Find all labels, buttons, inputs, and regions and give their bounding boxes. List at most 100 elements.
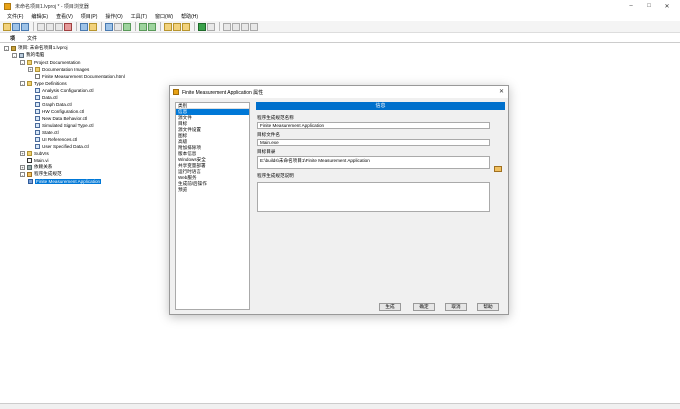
description-field[interactable] — [257, 182, 490, 212]
menu-help[interactable]: 帮助(H) — [177, 13, 202, 20]
tree-item-type-definitions[interactable]: - Type Definitions — [20, 80, 67, 86]
target-dir-label: 目标目录 — [257, 149, 276, 154]
target-file-field[interactable] — [257, 139, 490, 146]
browse-folder-icon[interactable] — [494, 166, 502, 172]
tree-item-label: 项目: 未命名项目1.lvproj — [18, 45, 68, 50]
tree-item-subvis[interactable]: + SubVIs — [20, 150, 49, 156]
deploy-icon[interactable] — [123, 22, 131, 31]
build-button[interactable]: 生成 — [379, 303, 401, 311]
copy-icon[interactable] — [46, 22, 54, 31]
tree-item-label: Project Documentation — [34, 59, 81, 65]
tree-item-project-documentation[interactable]: - Project Documentation — [20, 59, 80, 65]
tab-files[interactable]: 文件 — [21, 35, 43, 42]
spec-name-field[interactable] — [257, 122, 490, 129]
toolbar-separator — [160, 22, 161, 31]
tree-item-ctl[interactable]: HW Configuration.ctl — [35, 108, 84, 114]
toolbar-separator — [76, 22, 77, 31]
folder-icon — [27, 80, 32, 86]
expand-all-icon[interactable] — [139, 22, 147, 31]
collapse-icon[interactable]: - — [20, 80, 25, 86]
close-icon[interactable]: ✕ — [499, 88, 504, 95]
ok-button[interactable]: 确定 — [413, 303, 435, 311]
window-title: 未命名项目1.lvproj * - 项目浏览器 — [15, 3, 89, 10]
find-icon[interactable] — [223, 22, 231, 31]
paste-icon[interactable] — [55, 22, 63, 31]
new-icon[interactable] — [3, 22, 11, 31]
tree-item-finite-measurement-application[interactable]: Finite Measurement Application — [28, 178, 102, 184]
minimize-button[interactable]: – — [622, 0, 640, 12]
tree-item-build-specifications[interactable]: - 程序生成规范 — [20, 171, 62, 177]
help-button[interactable]: 帮助 — [477, 303, 499, 311]
tree-item-dependencies[interactable]: + 依赖关系 — [20, 164, 52, 170]
menu-operate[interactable]: 操作(O) — [101, 13, 126, 20]
toolbar-separator — [219, 22, 220, 31]
tree-item-ctl[interactable]: State.ctl — [35, 129, 59, 135]
dropdown-arrow-icon[interactable] — [114, 22, 122, 31]
target-file-label: 目标文件名 — [257, 132, 280, 137]
window-title-bar: 未命名项目1.lvproj * - 项目浏览器 – □ ✕ — [0, 0, 680, 12]
view-options-icon[interactable] — [105, 22, 113, 31]
close-button[interactable]: ✕ — [658, 0, 676, 12]
tree-item-documentation-images[interactable]: + Documentation Images — [28, 66, 89, 72]
list-icon[interactable] — [207, 22, 215, 31]
tree-item-ctl[interactable]: UI References.ctl — [35, 136, 77, 142]
collapse-icon[interactable]: - — [20, 59, 25, 65]
replace-icon[interactable] — [241, 22, 249, 31]
tree-item-label: Simulated Signal Type.ctl — [42, 122, 94, 128]
computer-icon — [19, 52, 24, 58]
menu-edit[interactable]: 编辑(E) — [27, 13, 52, 20]
tree-item-label: Main.vi — [34, 157, 49, 163]
cancel-button[interactable]: 取消 — [445, 303, 467, 311]
collapse-icon[interactable]: - — [4, 45, 9, 51]
collapse-icon[interactable]: - — [20, 171, 25, 177]
collapse-icon[interactable]: - — [12, 52, 17, 58]
ctl-file-icon — [35, 143, 40, 149]
tree-item-documentation-html[interactable]: Finite Measurement Documentation.html — [35, 73, 125, 79]
menu-file[interactable]: 文件(F) — [3, 13, 27, 20]
tree-item-ctl[interactable]: Graph Data.ctl — [35, 101, 72, 107]
tree-item-my-computer[interactable]: - 我的电脑 — [12, 52, 44, 58]
collapse-all-icon[interactable] — [148, 22, 156, 31]
expand-icon[interactable]: + — [20, 164, 25, 170]
taskbar-strip — [0, 403, 680, 409]
description-label: 程序生成规范说明 — [257, 173, 294, 178]
menu-window[interactable]: 窗口(W) — [151, 13, 177, 20]
info-header: 信息 — [256, 102, 505, 110]
expand-icon[interactable]: + — [20, 150, 25, 156]
zoom-icon[interactable] — [250, 22, 258, 31]
project-icon — [11, 45, 16, 51]
tree-item-main-vi[interactable]: Main.vi — [27, 157, 49, 163]
find-next-icon[interactable] — [232, 22, 240, 31]
menu-tools[interactable]: 工具(T) — [127, 13, 151, 20]
add-item-icon[interactable] — [80, 22, 88, 31]
tree-item-ctl[interactable]: Data.ctl — [35, 94, 58, 100]
build-icon[interactable] — [89, 22, 97, 31]
tree-item-ctl[interactable]: Simulated Signal Type.ctl — [35, 122, 94, 128]
cut-icon[interactable] — [37, 22, 45, 31]
tree-item-ctl[interactable]: User Specified Data.ctl — [35, 143, 89, 149]
expand-icon[interactable]: + — [28, 66, 33, 72]
folder-icon — [27, 59, 32, 65]
delete-icon[interactable] — [64, 22, 72, 31]
maximize-button[interactable]: □ — [640, 0, 658, 12]
menu-project[interactable]: 项目(P) — [77, 13, 102, 20]
tree-item-ctl[interactable]: Analysis Configuration.ctl — [35, 87, 94, 93]
folder-icon[interactable] — [164, 22, 172, 31]
view-tabs: 项 文件 — [0, 34, 680, 43]
library-icon[interactable] — [182, 22, 190, 31]
menu-view[interactable]: 查看(V) — [52, 13, 77, 20]
ctl-file-icon — [35, 115, 40, 121]
tree-item-label: HW Configuration.ctl — [42, 108, 85, 114]
open-icon[interactable] — [12, 22, 20, 31]
target-dir-field[interactable]: E:\builds\未命名项目1\Finite Measurement Appl… — [257, 156, 490, 169]
folder-icon — [27, 150, 32, 156]
auto-folder-icon[interactable] — [173, 22, 181, 31]
tree-item-label: Finite Measurement Documentation.html — [42, 73, 125, 79]
tree-item-project[interactable]: - 项目: 未命名项目1.lvproj — [4, 45, 68, 51]
excel-icon[interactable] — [198, 22, 206, 31]
tab-items[interactable]: 项 — [4, 35, 21, 42]
tree-item-label: UI References.ctl — [42, 136, 78, 142]
tree-item-ctl[interactable]: New Data Behavior.ctl — [35, 115, 87, 121]
save-all-icon[interactable] — [21, 22, 29, 31]
category-item[interactable]: 预览 — [176, 187, 249, 193]
